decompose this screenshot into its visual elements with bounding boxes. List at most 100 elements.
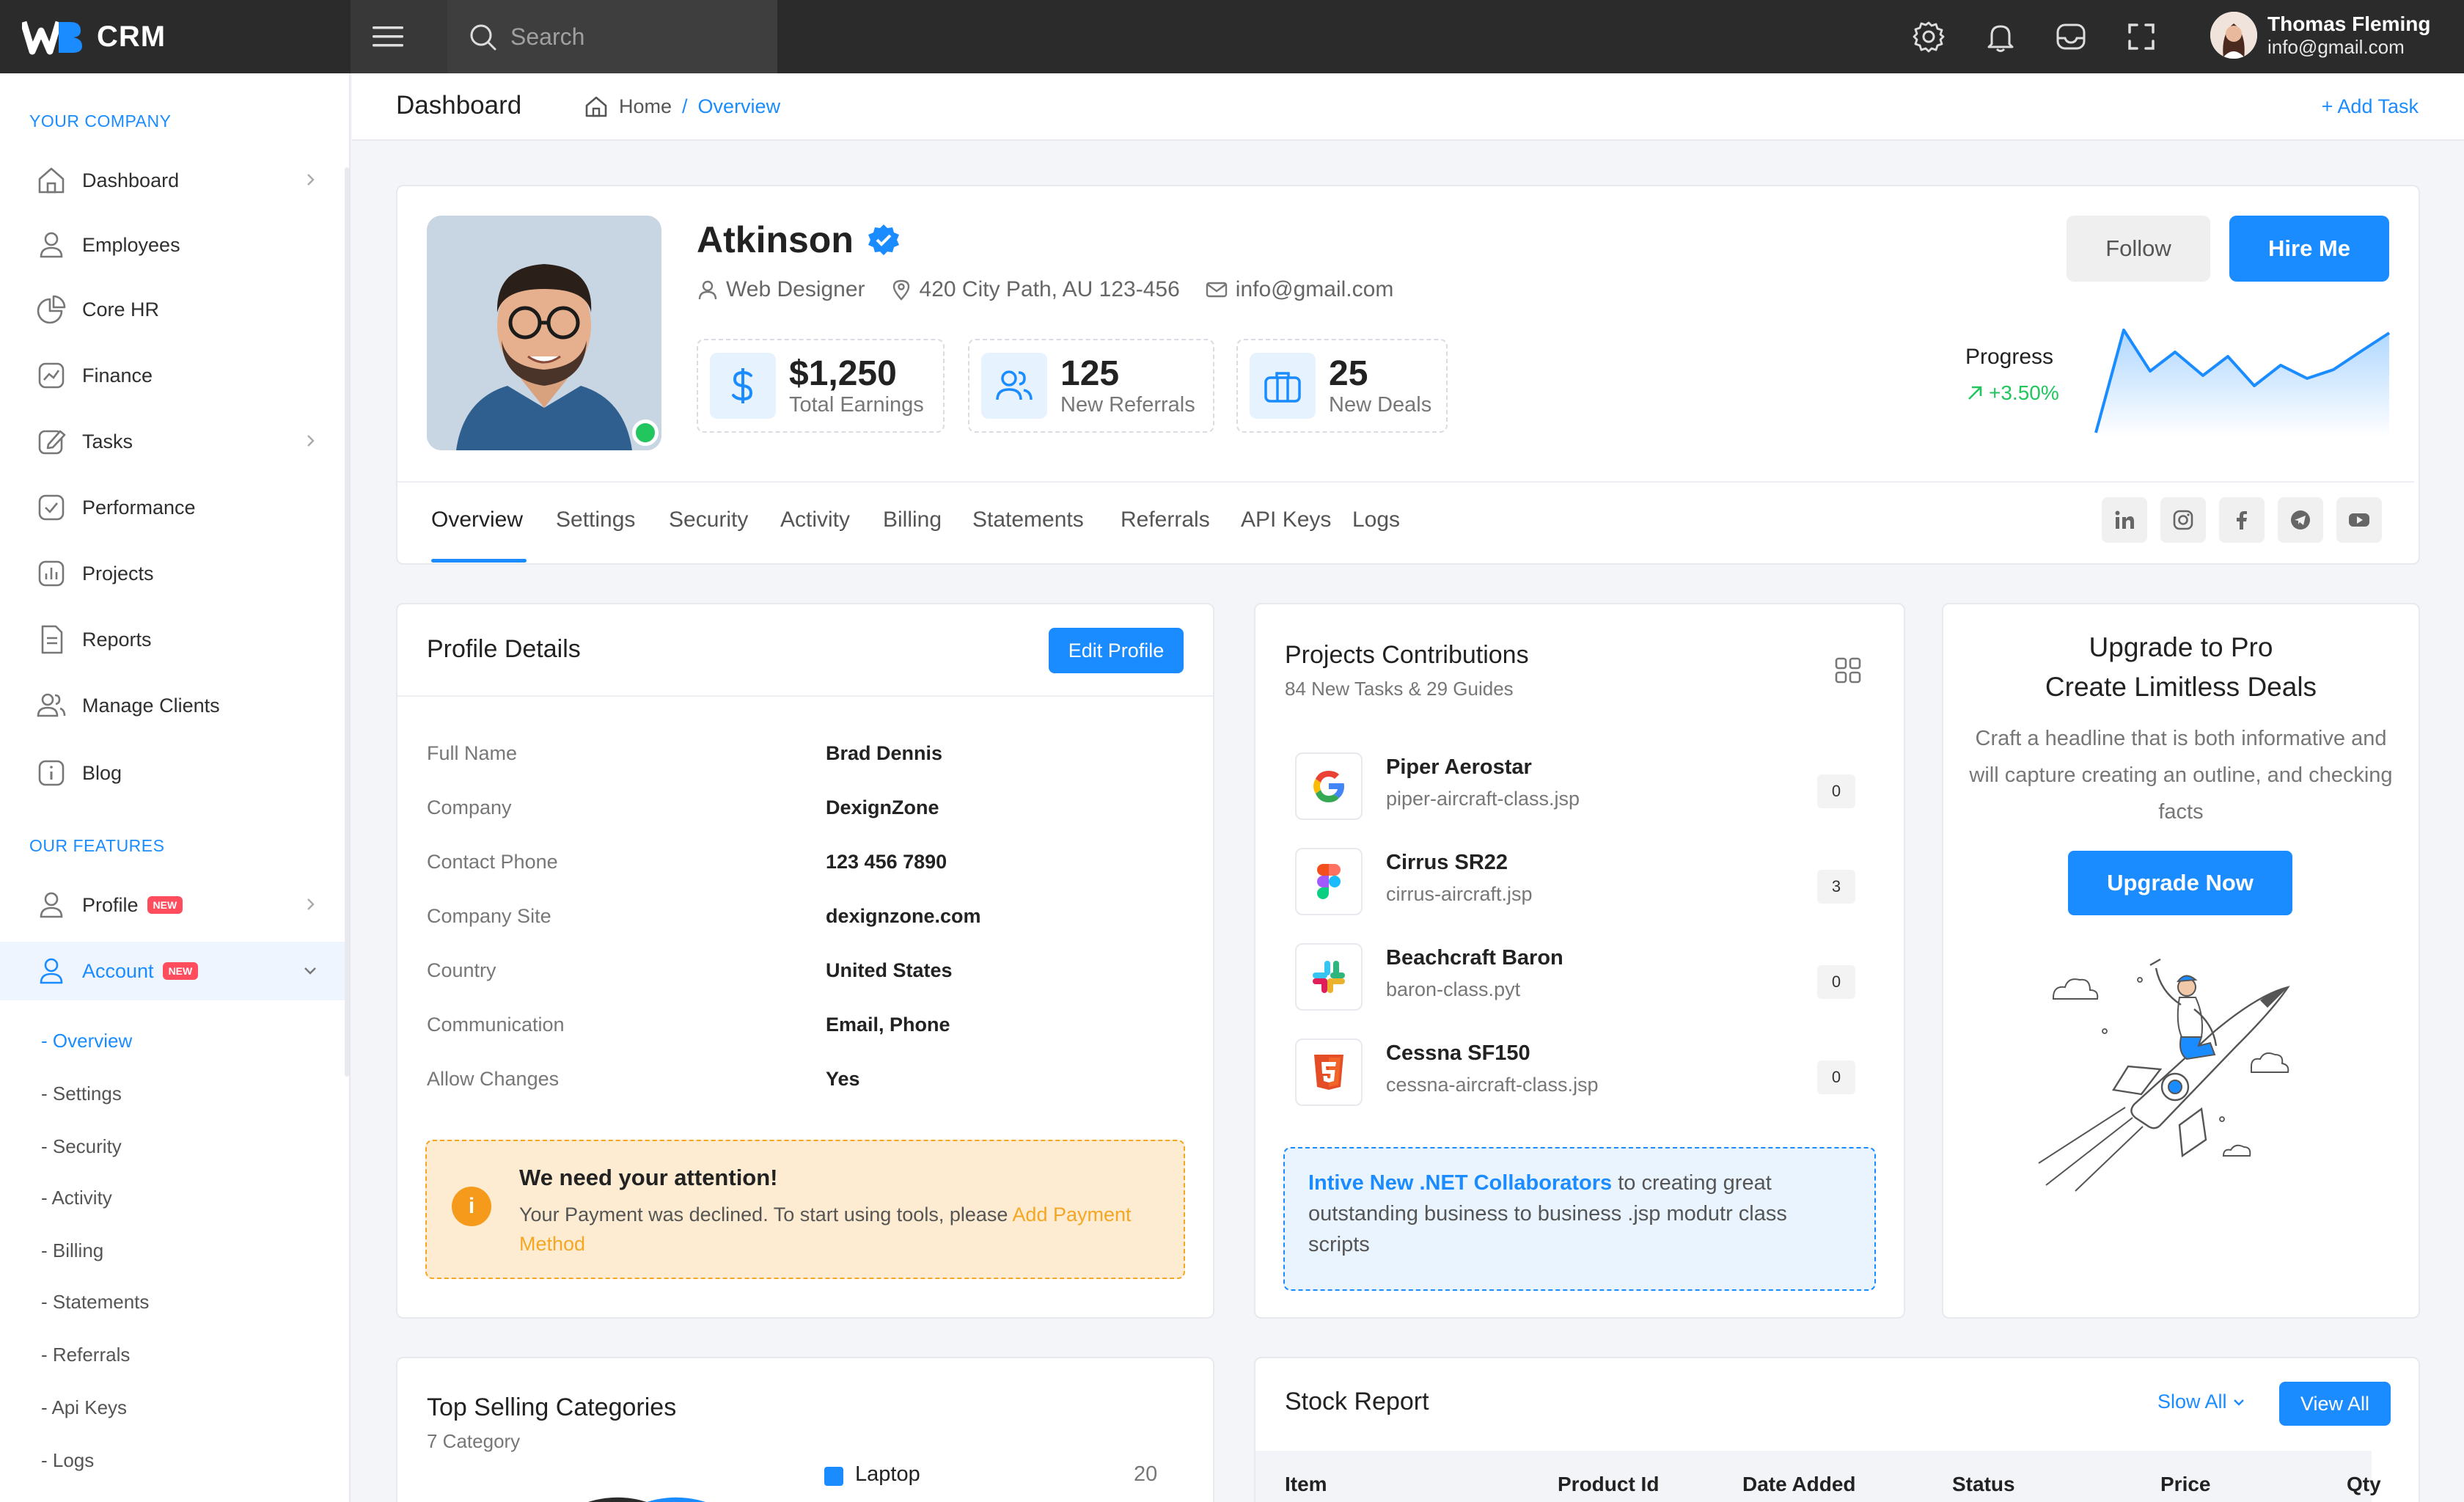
edit-profile-button[interactable]: Edit Profile bbox=[1049, 628, 1184, 673]
profile-photo bbox=[427, 216, 661, 450]
project-row[interactable]: Cessna SF150 cessna-aircraft-class.jsp 0 bbox=[1295, 1033, 1860, 1113]
slow-all-label: Slow All bbox=[2157, 1391, 2227, 1413]
sub-item-api-keys[interactable]: - Api Keys bbox=[41, 1396, 127, 1419]
breadcrumb-current: Overview bbox=[697, 95, 781, 117]
profile-name: Atkinson bbox=[697, 219, 901, 261]
sidebar-item-employees[interactable]: Employees bbox=[0, 216, 345, 274]
detail-label: Company bbox=[427, 796, 512, 818]
info-icon: i bbox=[452, 1187, 491, 1226]
sidebar-item-profile[interactable]: Profile NEW bbox=[0, 876, 345, 934]
tab-logs[interactable]: Logs bbox=[1352, 508, 1400, 532]
slow-all-dropdown[interactable]: Slow All bbox=[2157, 1391, 2246, 1413]
top-bar: CRM Thomas Fleming info@gmail.com bbox=[0, 0, 2464, 73]
detail-value: Yes bbox=[826, 1068, 860, 1090]
tab-settings[interactable]: Settings bbox=[556, 508, 635, 532]
detail-label: Country bbox=[427, 959, 496, 981]
detail-label: Company Site bbox=[427, 905, 551, 927]
sidebar-item-reports[interactable]: Reports bbox=[0, 610, 345, 669]
project-row[interactable]: Beachcraft Baron baron-class.pyt 0 bbox=[1295, 937, 1860, 1018]
collaborators-link[interactable]: Intive New .NET Collaborators bbox=[1308, 1171, 1612, 1195]
edit-icon bbox=[38, 430, 66, 455]
column-header[interactable]: Price bbox=[2160, 1473, 2211, 1496]
user-menu[interactable]: Thomas Fleming info@gmail.com bbox=[2210, 12, 2430, 59]
sidebar-item-account[interactable]: Account NEW bbox=[0, 942, 345, 1000]
chevron-down-icon bbox=[304, 967, 316, 975]
sub-item-activity[interactable]: - Activity bbox=[41, 1187, 112, 1209]
follow-button[interactable]: Follow bbox=[2067, 216, 2210, 282]
sidebar-item-dashboard[interactable]: Dashboard bbox=[0, 151, 345, 210]
home-icon bbox=[585, 96, 607, 117]
instagram-icon[interactable] bbox=[2160, 497, 2206, 543]
linkedin-icon[interactable] bbox=[2102, 497, 2147, 543]
logo[interactable]: CRM bbox=[22, 16, 166, 57]
project-row[interactable]: Cirrus SR22 cirrus-aircraft.jsp 3 bbox=[1295, 842, 1860, 923]
facebook-icon[interactable] bbox=[2219, 497, 2265, 543]
column-header[interactable]: Product Id bbox=[1558, 1473, 1659, 1496]
column-header[interactable]: Date Added bbox=[1742, 1473, 1856, 1496]
youtube-icon[interactable] bbox=[2336, 497, 2382, 543]
upgrade-title-line1: Upgrade to Pro bbox=[2089, 632, 2273, 662]
tab-statements[interactable]: Statements bbox=[972, 508, 1084, 532]
sub-item-statements[interactable]: - Statements bbox=[41, 1291, 149, 1314]
fullscreen-icon[interactable] bbox=[2124, 19, 2159, 54]
sidebar-item-manage-clients[interactable]: Manage Clients bbox=[0, 676, 345, 735]
sub-item-overview[interactable]: - Overview bbox=[41, 1030, 132, 1052]
upgrade-now-button[interactable]: Upgrade Now bbox=[2068, 851, 2292, 915]
tab-activity[interactable]: Activity bbox=[780, 508, 850, 532]
tab-billing[interactable]: Billing bbox=[883, 508, 942, 532]
gear-icon[interactable] bbox=[1911, 19, 1946, 54]
add-task-button[interactable]: + Add Task bbox=[2322, 95, 2419, 118]
detail-value[interactable]: dexignzone.com bbox=[826, 905, 981, 928]
progress-sparkline bbox=[2094, 329, 2391, 437]
tab-security[interactable]: Security bbox=[669, 508, 748, 532]
tab-overview[interactable]: Overview bbox=[431, 508, 523, 532]
table-header: Item Product Id Date Added Status Price … bbox=[1255, 1451, 2381, 1502]
project-name: Cirrus SR22 bbox=[1386, 851, 1508, 874]
document-icon bbox=[41, 625, 63, 654]
column-header[interactable]: Item bbox=[1285, 1473, 1327, 1496]
tab-referrals[interactable]: Referrals bbox=[1121, 508, 1210, 532]
progress-value: +3.50% bbox=[1989, 381, 2059, 404]
sub-item-security[interactable]: - Security bbox=[41, 1135, 122, 1158]
sidebar-item-projects[interactable]: Projects bbox=[0, 544, 345, 603]
bell-icon[interactable] bbox=[1983, 19, 2018, 54]
chevron-right-icon bbox=[307, 898, 315, 910]
column-header[interactable]: Status bbox=[1952, 1473, 2015, 1496]
telegram-icon[interactable] bbox=[2278, 497, 2323, 543]
html5-icon bbox=[1295, 1038, 1363, 1106]
sidebar-item-tasks[interactable]: Tasks bbox=[0, 412, 345, 471]
detail-label: Contact Phone bbox=[427, 851, 558, 873]
inbox-icon[interactable] bbox=[2053, 19, 2089, 54]
sidebar: YOUR COMPANY Dashboard Employees Core HR… bbox=[0, 73, 351, 1502]
sidebar-item-core-hr[interactable]: Core HR bbox=[0, 280, 345, 339]
hamburger-icon[interactable] bbox=[371, 22, 405, 51]
sub-item-billing[interactable]: - Billing bbox=[41, 1239, 103, 1262]
profile-email[interactable]: info@gmail.com bbox=[1205, 277, 1394, 302]
sub-item-settings[interactable]: - Settings bbox=[41, 1082, 122, 1105]
search-input[interactable] bbox=[510, 23, 752, 51]
sidebar-item-finance[interactable]: Finance bbox=[0, 346, 345, 405]
breadcrumb-home[interactable]: Home bbox=[619, 95, 672, 118]
page-title: Dashboard bbox=[396, 91, 522, 120]
new-badge: NEW bbox=[162, 962, 199, 980]
view-all-button[interactable]: View All bbox=[2279, 1382, 2391, 1426]
sidebar-item-label: Reports bbox=[82, 628, 152, 651]
project-file: piper-aircraft-class.jsp bbox=[1386, 788, 1580, 810]
hire-me-button[interactable]: Hire Me bbox=[2229, 216, 2389, 282]
column-header[interactable]: Qty bbox=[2347, 1473, 2381, 1496]
verified-badge-icon bbox=[868, 224, 899, 255]
grid-icon[interactable] bbox=[1833, 656, 1863, 685]
project-row[interactable]: Piper Aerostar piper-aircraft-class.jsp … bbox=[1295, 747, 1860, 827]
new-badge: NEW bbox=[147, 896, 183, 914]
sidebar-item-blog[interactable]: Blog bbox=[0, 744, 345, 802]
sidebar-item-label: Projects bbox=[82, 562, 154, 585]
bar-chart-icon bbox=[38, 560, 65, 587]
sidebar-item-performance[interactable]: Performance bbox=[0, 478, 345, 537]
profile-details-title: Profile Details bbox=[427, 635, 581, 663]
top-selling-subtitle: 7 Category bbox=[427, 1430, 521, 1452]
profile-email-text: info@gmail.com bbox=[1235, 277, 1394, 301]
sub-item-logs[interactable]: - Logs bbox=[41, 1449, 94, 1472]
sub-item-referrals[interactable]: - Referrals bbox=[41, 1344, 130, 1366]
tab-api-keys[interactable]: API Keys bbox=[1241, 508, 1331, 532]
sidebar-scrollbar[interactable] bbox=[345, 167, 349, 1077]
